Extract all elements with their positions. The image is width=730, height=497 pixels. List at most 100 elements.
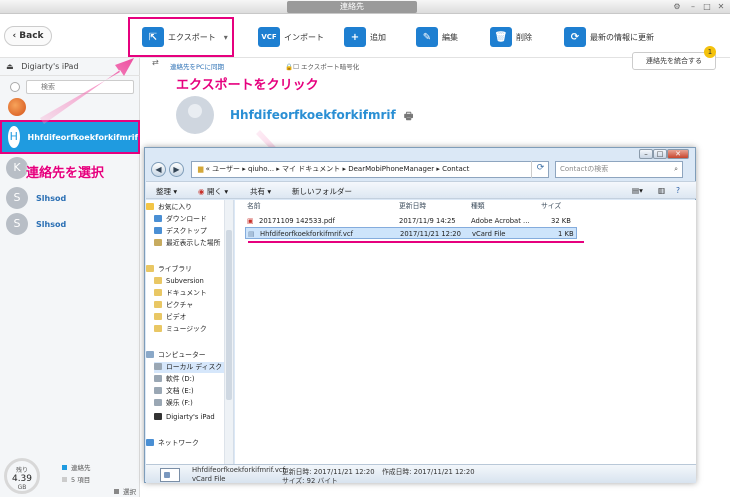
file-row-selected[interactable]: ▤ Hhfdifeorfkoekforkifmrif.vcf 2017/11/2…: [245, 227, 577, 239]
forward-arrow-icon[interactable]: ▶: [169, 162, 184, 177]
help-icon[interactable]: ?: [676, 186, 680, 195]
nav-computer[interactable]: コンピューター: [146, 350, 233, 361]
nav-drive-d[interactable]: 軟件 (D:): [154, 374, 233, 385]
nav-subversion[interactable]: Subversion: [154, 276, 233, 287]
nav-label: ドキュメント: [166, 289, 207, 297]
encrypt-export-option[interactable]: 🔒☐ エクスポート暗号化: [285, 61, 359, 71]
explorer-close-button[interactable]: ✕: [667, 149, 689, 159]
nav-recent-places[interactable]: 最近表示した場所: [154, 238, 233, 249]
contact-avatar: S: [6, 213, 28, 235]
chevron-down-icon: ▾: [223, 32, 228, 42]
annotation-click-export: エクスポートをクリック: [176, 78, 319, 93]
select-all-checkbox[interactable]: [10, 82, 20, 92]
close-icon[interactable]: ✕: [716, 2, 726, 12]
print-icon[interactable]: 🖶: [404, 111, 413, 122]
device-row[interactable]: ⏏ Digiarty's iPad: [0, 58, 140, 76]
vcard-large-icon: [160, 468, 180, 482]
contact-item-selected[interactable]: H Hhfdifeorfkoekforkifmrif: [0, 120, 140, 154]
share-menu[interactable]: 共有 ▾: [250, 186, 271, 197]
open-menu[interactable]: ◉ 開く ▾: [198, 186, 228, 197]
file-list-pane: 名前 更新日時 種類 サイズ ▣ 20171109 142533.pdf 201…: [235, 200, 696, 464]
minimize-icon[interactable]: –: [688, 2, 698, 12]
contact-item[interactable]: S Slhsod: [0, 184, 140, 212]
window-titlebar: 連絡先 ⚙ – □ ✕: [0, 0, 730, 14]
view-options-icon[interactable]: ▤▾: [632, 186, 643, 195]
nav-network[interactable]: ネットワーク: [146, 438, 233, 449]
organize-menu[interactable]: 整理 ▾: [156, 186, 177, 197]
legend-swatch: [62, 465, 67, 470]
nav-videos[interactable]: ビデオ: [154, 312, 233, 323]
folder-icon: ▆: [198, 165, 204, 173]
nav-label: ピクチャ: [166, 301, 194, 309]
nav-pictures[interactable]: ピクチャ: [154, 300, 233, 311]
nav-drive-f[interactable]: 娱乐 (F:): [154, 398, 233, 409]
preview-pane-icon[interactable]: ▥: [658, 186, 665, 195]
annotation-select-contact: 連絡先を選択: [26, 166, 105, 181]
delete-button[interactable]: 🗑 削除: [490, 24, 532, 50]
merge-contacts-button[interactable]: 連絡先を統合する: [632, 52, 716, 70]
refresh-button[interactable]: ⟳ 最新の情報に更新: [564, 24, 654, 50]
nav-scrollbar-thumb[interactable]: [226, 230, 232, 400]
drive-icon: [154, 375, 162, 382]
new-folder-button[interactable]: 新しいフォルダー: [292, 186, 352, 197]
explorer-maximize-button[interactable]: □: [653, 149, 667, 159]
nav-downloads[interactable]: ダウンロード: [154, 214, 233, 225]
file-type: vCard File: [472, 230, 506, 238]
address-bar[interactable]: ▆ « ユーザー ▸ qiuho... ▸ マイ ドキュメント ▸ DearMo…: [191, 161, 549, 178]
export-button[interactable]: ⇱ エクスポート ▾: [142, 24, 228, 50]
download-folder-icon: [154, 215, 162, 222]
back-arrow-icon[interactable]: ◀: [151, 162, 166, 177]
legend-label: 連絡先: [71, 464, 91, 472]
column-modified[interactable]: 更新日時: [399, 200, 426, 212]
recent-places-icon: [154, 239, 162, 246]
avatar: [8, 98, 26, 116]
storage-label: 残り: [15, 467, 28, 474]
nav-libraries[interactable]: ライブラリ: [146, 264, 233, 275]
folder-icon: [154, 277, 162, 284]
add-button[interactable]: + 追加: [344, 24, 386, 50]
contact-avatar: K: [6, 157, 28, 179]
contact-avatar: H: [8, 126, 20, 148]
nav-music[interactable]: ミュージック: [154, 324, 233, 335]
nav-label: ダウンロード: [166, 215, 207, 223]
drive-icon: [154, 399, 162, 406]
computer-icon: [146, 351, 154, 358]
import-button[interactable]: VCF インポート: [258, 24, 324, 50]
refresh-arrows-icon[interactable]: ⟳: [531, 161, 549, 178]
address-path: « ユーザー ▸ qiuho... ▸ マイ ドキュメント ▸ DearMobi…: [205, 165, 470, 173]
file-row[interactable]: ▣ 20171109 142533.pdf 2017/11/9 14:25 Ad…: [245, 215, 577, 227]
gear-icon[interactable]: ⚙: [672, 2, 682, 12]
file-size: 1 KB: [558, 230, 574, 238]
address-row: ◀ ▶ ▆ « ユーザー ▸ qiuho... ▸ マイ ドキュメント ▸ De…: [151, 161, 691, 178]
nav-drive-e[interactable]: 文档 (E:): [154, 386, 233, 397]
file-modified: 2017/11/9 14:25: [399, 217, 456, 225]
sync-to-pc-link[interactable]: 連絡先をPCに同期: [170, 61, 224, 71]
column-name[interactable]: 名前: [247, 200, 261, 212]
maximize-icon[interactable]: □: [702, 2, 712, 12]
nav-favorites[interactable]: お気に入り: [146, 202, 233, 213]
column-type[interactable]: 種類: [471, 200, 485, 212]
file-name: Hhfdifeorfkoekforkifmrif.vcf: [260, 230, 353, 238]
legend-swatch: [62, 477, 67, 482]
nav-scrollbar[interactable]: [224, 200, 233, 464]
back-label: Back: [19, 31, 44, 41]
legend-item: 選択済: [114, 486, 139, 497]
search-input[interactable]: 検索: [26, 80, 134, 94]
column-size[interactable]: サイズ: [541, 200, 561, 212]
nav-label: Subversion: [166, 277, 204, 285]
delete-label: 削除: [516, 32, 532, 42]
nav-ipad[interactable]: Digiarty's iPad: [154, 412, 233, 423]
explorer-search-input[interactable]: Contactの検索 ⌕: [555, 161, 683, 178]
explorer-minimize-button[interactable]: –: [639, 149, 653, 159]
storage-indicator: 残り 4.39 GB: [4, 458, 40, 494]
nav-local-disk[interactable]: ローカル ディスク: [154, 362, 233, 373]
back-button[interactable]: ‹ Back: [4, 26, 52, 46]
nav-desktop[interactable]: デスクトップ: [154, 226, 233, 237]
explorer-search-placeholder: Contactの検索: [560, 165, 609, 173]
contact-item[interactable]: S Slhsod: [0, 210, 140, 238]
nav-label: ライブラリ: [158, 265, 192, 273]
sync-icon: ⇄: [152, 58, 159, 67]
nav-documents[interactable]: ドキュメント: [154, 288, 233, 299]
edit-button[interactable]: ✎ 編集: [416, 24, 458, 50]
sidebar: ⏏ Digiarty's iPad 検索 H Hhfdifeorfkoekfor…: [0, 58, 140, 497]
